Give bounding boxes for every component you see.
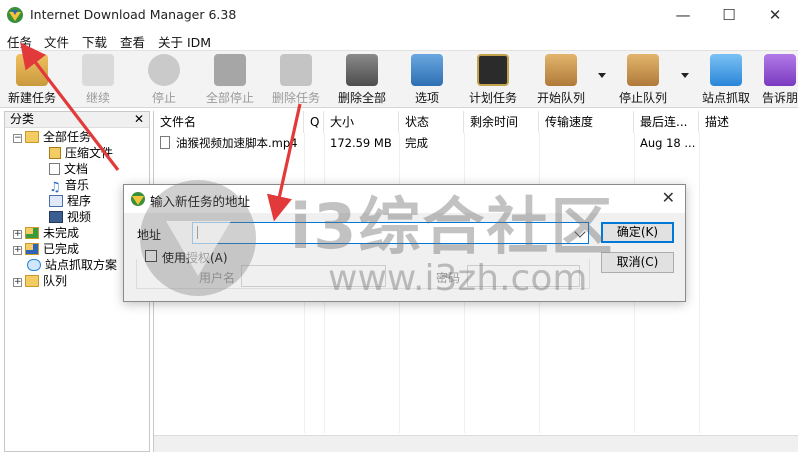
maximize-icon: ☐	[722, 6, 736, 24]
username-label: 用户名	[199, 271, 236, 285]
text-cursor	[197, 226, 198, 239]
expand-icon[interactable]: +	[13, 230, 22, 239]
delete-task-icon	[280, 54, 312, 86]
idm-dialog-icon	[131, 192, 145, 206]
tree-item-documents[interactable]: 文档	[49, 161, 88, 177]
dialog-title-bar: 输入新任务的地址 ✕	[124, 185, 685, 213]
delete-task-button[interactable]: 删除任务	[266, 54, 326, 108]
minimize-icon: —	[675, 6, 691, 24]
dialog-title: 输入新任务的地址	[150, 194, 251, 209]
use-auth-label: 使用授权(A)	[162, 249, 231, 266]
delete-all-button[interactable]: 删除全部	[332, 54, 392, 108]
stop-queue-icon	[627, 54, 659, 86]
new-task-icon	[16, 54, 48, 86]
menu-task[interactable]: 任务	[7, 32, 32, 51]
tree-item-music[interactable]: ♫ 音乐	[49, 177, 89, 194]
stop-button[interactable]: 停止	[136, 54, 192, 108]
maximize-button[interactable]: ☐	[706, 0, 752, 30]
collapse-icon[interactable]: −	[13, 134, 22, 143]
cancel-button[interactable]: 取消(C)	[601, 252, 674, 273]
file-icon	[160, 135, 170, 151]
start-queue-button[interactable]: 开始队列	[532, 54, 590, 108]
category-header-label: 分类	[10, 112, 35, 126]
file-name: 油猴视频加速脚本.mp4	[176, 136, 298, 150]
chevron-down-icon[interactable]	[574, 226, 586, 238]
options-icon	[411, 54, 443, 86]
column-header-remaining[interactable]: 剩余时间	[464, 111, 539, 133]
finished-folder-icon	[25, 243, 39, 255]
archive-icon	[49, 147, 61, 159]
queue-folder-icon	[25, 275, 39, 287]
tree-item-programs[interactable]: 程序	[49, 193, 91, 209]
password-input[interactable]	[467, 265, 580, 287]
column-header-queue[interactable]: Q	[304, 111, 324, 133]
password-label: 密码	[436, 271, 461, 285]
column-header-status[interactable]: 状态	[399, 111, 464, 133]
tell-friend-button[interactable]: 告诉朋	[762, 54, 798, 108]
file-last-try: Aug 18 ...	[640, 136, 696, 150]
toolbar: 新建任务 继续 停止 全部停止 删除任务 删除全部 选项 计划任务 开始队列 停…	[0, 50, 798, 108]
ok-button[interactable]: 确定(K)	[601, 222, 674, 243]
resume-icon	[82, 54, 114, 86]
close-window-button[interactable]: ✕	[752, 0, 798, 30]
stop-queue-dropdown-icon[interactable]	[681, 73, 689, 78]
close-icon: ✕	[768, 6, 782, 24]
resume-button[interactable]: 继续	[70, 54, 126, 108]
tree-item-queues[interactable]: + 队列	[13, 273, 67, 289]
tree-item-all-tasks[interactable]: − 全部任务	[13, 129, 91, 145]
column-header-size[interactable]: 大小	[324, 111, 399, 133]
tree-item-unfinished[interactable]: + 未完成	[13, 225, 79, 241]
stop-queue-button[interactable]: 停止队列	[614, 54, 672, 108]
document-icon	[49, 163, 60, 175]
site-grabber-icon	[710, 54, 742, 86]
category-panel-header: 分类 ✕	[5, 112, 149, 128]
column-header-description[interactable]: 描述	[699, 111, 798, 133]
address-label: 地址	[137, 228, 162, 242]
close-icon[interactable]: ✕	[662, 188, 675, 207]
username-input[interactable]	[241, 265, 386, 287]
idm-app-icon	[7, 7, 23, 23]
menu-bar: 任务 文件 下载 查看 关于 IDM	[0, 30, 798, 50]
start-queue-dropdown-icon[interactable]	[598, 73, 606, 78]
program-icon	[49, 195, 63, 207]
title-bar: Internet Download Manager 6.38 — ☐ ✕	[0, 0, 798, 30]
video-icon	[49, 211, 63, 223]
column-header-filename[interactable]: 文件名	[154, 111, 304, 133]
menu-file[interactable]: 文件	[44, 32, 69, 51]
scheduler-button[interactable]: 计划任务	[464, 54, 522, 108]
close-icon[interactable]: ✕	[134, 112, 144, 127]
new-task-button[interactable]: 新建任务	[3, 54, 61, 108]
new-task-dialog: 输入新任务的地址 ✕ 地址 确定(K) 取消(C) 使用授权(A) 用户名 密码	[123, 184, 686, 302]
file-status: 完成	[405, 136, 428, 150]
column-header-last-try[interactable]: 最后连...	[634, 111, 699, 133]
options-button[interactable]: 选项	[400, 54, 454, 108]
menu-view[interactable]: 查看	[120, 32, 145, 51]
tree-item-archives[interactable]: 压缩文件	[49, 145, 113, 161]
minimize-button[interactable]: —	[660, 0, 706, 30]
horizontal-scrollbar[interactable]	[154, 435, 798, 452]
site-grabber-button[interactable]: 站点抓取	[698, 54, 754, 108]
expand-icon[interactable]: +	[13, 246, 22, 255]
window-title: Internet Download Manager 6.38	[30, 7, 237, 22]
folder-open-icon	[25, 131, 39, 143]
unfinished-folder-icon	[25, 227, 39, 239]
address-input[interactable]	[192, 222, 589, 244]
expand-icon[interactable]: +	[13, 278, 22, 287]
use-auth-checkbox[interactable]	[145, 250, 157, 262]
file-size: 172.59 MB	[330, 136, 392, 150]
start-queue-icon	[545, 54, 577, 86]
stop-icon	[148, 54, 180, 86]
tree-item-video[interactable]: 视频	[49, 209, 91, 225]
menu-download[interactable]: 下载	[82, 32, 107, 51]
stop-all-button[interactable]: 全部停止	[200, 54, 260, 108]
delete-all-icon	[346, 54, 378, 86]
tree-item-site-grab[interactable]: 站点抓取方案	[27, 257, 117, 273]
menu-about[interactable]: 关于 IDM	[158, 32, 211, 51]
column-header-speed[interactable]: 传输速度	[539, 111, 634, 133]
site-grab-icon	[27, 259, 41, 271]
tell-friend-icon	[764, 54, 796, 86]
tree-item-finished[interactable]: + 已完成	[13, 241, 79, 257]
stop-all-icon	[214, 54, 246, 86]
scheduler-icon	[477, 54, 509, 86]
